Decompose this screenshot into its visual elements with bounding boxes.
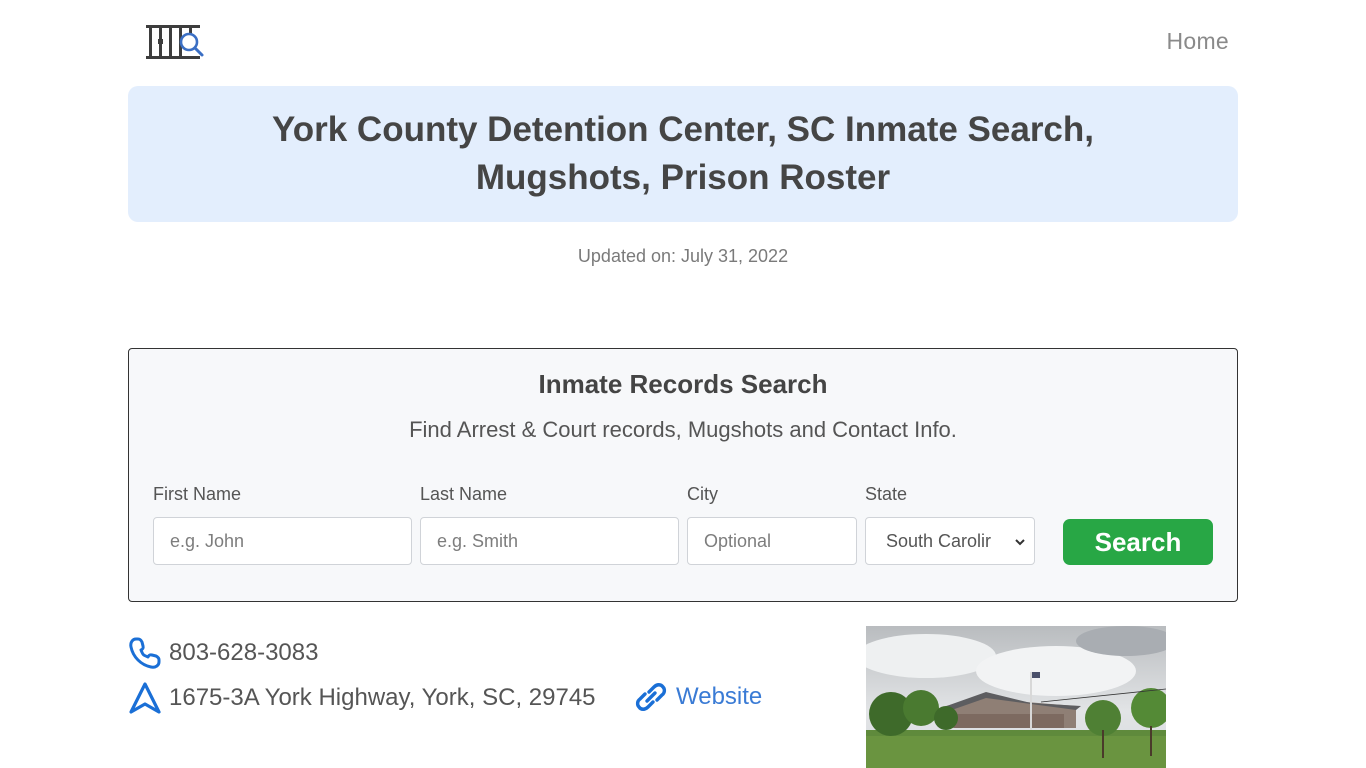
address-row: 1675-3A York Highway, York, SC, 29745 xyxy=(128,681,596,715)
inmate-search-form: Inmate Records Search Find Arrest & Cour… xyxy=(128,348,1238,602)
website-label: Website xyxy=(676,683,763,710)
last-name-input[interactable] xyxy=(420,517,679,565)
phone-row: 803-628-3083 xyxy=(128,636,318,670)
nav-home-link[interactable]: Home xyxy=(1166,28,1229,55)
navigation-arrow-icon xyxy=(129,682,161,714)
search-subtitle: Find Arrest & Court records, Mugshots an… xyxy=(409,417,957,442)
state-select[interactable]: South Carolir xyxy=(865,517,1035,565)
page-title: York County Detention Center, SC Inmate … xyxy=(271,110,1095,197)
city-input[interactable] xyxy=(687,517,857,565)
site-header: Home xyxy=(0,0,1366,85)
address-text: 1675-3A York Highway, York, SC, 29745 xyxy=(169,684,596,711)
website-link[interactable]: Website xyxy=(634,680,762,714)
state-selected-value: South Carolir xyxy=(886,530,992,551)
site-logo[interactable] xyxy=(144,22,206,62)
updated-date: Updated on: July 31, 2022 xyxy=(577,246,789,266)
state-label: State xyxy=(865,484,908,504)
search-title: Inmate Records Search xyxy=(538,369,828,399)
phone-number[interactable]: 803-628-3083 xyxy=(169,639,318,667)
jail-bars-magnifier-icon xyxy=(146,25,204,59)
city-label: City xyxy=(687,484,718,504)
facility-photo-illustration xyxy=(866,626,1166,768)
first-name-input[interactable] xyxy=(153,517,412,565)
first-name-label: First Name xyxy=(153,484,242,504)
phone-icon xyxy=(129,637,161,669)
last-name-label: Last Name xyxy=(420,484,508,504)
chevron-down-icon xyxy=(1015,539,1025,546)
search-button[interactable]: Search xyxy=(1063,519,1213,565)
facility-photo xyxy=(866,626,1166,768)
title-banner: York County Detention Center, SC Inmate … xyxy=(128,86,1238,222)
link-icon xyxy=(635,683,667,711)
